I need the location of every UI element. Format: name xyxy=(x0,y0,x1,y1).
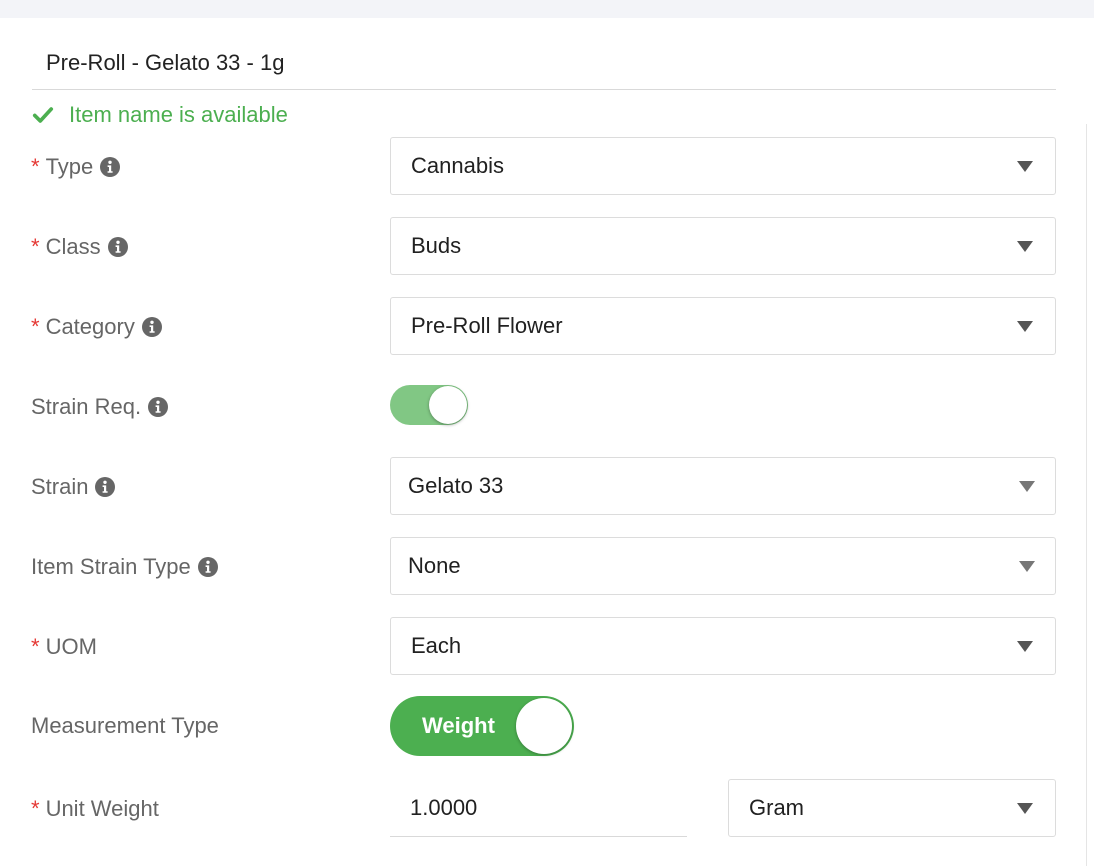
type-value: Cannabis xyxy=(411,153,504,178)
type-label: * Type xyxy=(31,137,121,197)
type-row: * Type Cannabis xyxy=(0,137,1094,197)
required-marker: * xyxy=(31,314,40,339)
strain-row: Strain Gelato 33 xyxy=(0,457,1094,517)
info-circle-icon[interactable] xyxy=(95,477,116,497)
strain-req-label-text: Strain Req. xyxy=(31,394,142,419)
strain-label: Strain xyxy=(31,457,116,517)
category-select[interactable]: Pre-Roll Flower xyxy=(390,297,1056,355)
type-label-text: Type xyxy=(45,154,94,179)
uom-select[interactable]: Each xyxy=(390,617,1056,675)
measurement-type-row: Measurement Type Weight xyxy=(0,696,1094,756)
strain-req-row: Strain Req. xyxy=(0,380,1094,430)
caret-down-icon xyxy=(1017,241,1033,252)
type-select[interactable]: Cannabis xyxy=(390,137,1056,195)
strain-req-label: Strain Req. xyxy=(31,380,169,434)
caret-down-icon xyxy=(1019,481,1035,492)
unit-weight-label: * Unit Weight xyxy=(31,779,159,839)
info-circle-icon[interactable] xyxy=(141,317,162,337)
class-label: * Class xyxy=(31,217,128,277)
measurement-type-label-text: Measurement Type xyxy=(31,713,219,738)
top-band xyxy=(0,0,1094,18)
unit-weight-unit-select[interactable]: Gram xyxy=(728,779,1056,837)
uom-label: * UOM xyxy=(31,617,97,677)
caret-down-icon xyxy=(1017,161,1033,172)
required-marker: * xyxy=(31,634,40,659)
strain-label-text: Strain xyxy=(31,474,89,499)
item-strain-type-value: None xyxy=(408,553,461,578)
info-circle-icon[interactable] xyxy=(148,397,169,417)
toggle-knob xyxy=(429,386,467,424)
item-strain-type-label: Item Strain Type xyxy=(31,537,218,597)
category-label-text: Category xyxy=(45,314,135,339)
class-select[interactable]: Buds xyxy=(390,217,1056,275)
item-name-input[interactable] xyxy=(32,36,1056,90)
caret-down-icon xyxy=(1017,803,1033,814)
class-label-text: Class xyxy=(45,234,101,259)
toggle-knob xyxy=(516,698,572,754)
uom-value: Each xyxy=(411,633,462,658)
required-marker: * xyxy=(31,796,40,821)
unit-weight-input[interactable] xyxy=(390,779,687,837)
unit-weight-unit-value: Gram xyxy=(749,795,804,820)
category-value: Pre-Roll Flower xyxy=(411,313,563,338)
unit-weight-label-text: Unit Weight xyxy=(45,796,159,821)
class-value: Buds xyxy=(411,233,462,258)
uom-row: * UOM Each xyxy=(0,617,1094,677)
measurement-type-toggle[interactable]: Weight xyxy=(390,696,574,756)
caret-down-icon xyxy=(1017,641,1033,652)
uom-label-text: UOM xyxy=(45,634,97,659)
category-label: * Category xyxy=(31,297,162,357)
category-row: * Category Pre-Roll Flower xyxy=(0,297,1094,357)
unit-weight-row: * Unit Weight Gram xyxy=(0,779,1094,839)
class-row: * Class Buds xyxy=(0,217,1094,277)
info-circle-icon[interactable] xyxy=(197,557,218,577)
caret-down-icon xyxy=(1017,321,1033,332)
required-marker: * xyxy=(31,234,40,259)
info-circle-icon[interactable] xyxy=(100,157,121,177)
availability-message: Item name is available xyxy=(32,100,288,130)
item-strain-type-row: Item Strain Type None xyxy=(0,537,1094,597)
item-strain-type-label-text: Item Strain Type xyxy=(31,554,191,579)
strain-value: Gelato 33 xyxy=(408,473,504,498)
check-icon xyxy=(32,107,54,123)
required-marker: * xyxy=(31,154,40,179)
measurement-type-label: Measurement Type xyxy=(31,696,219,756)
info-circle-icon[interactable] xyxy=(107,237,128,257)
availability-text: Item name is available xyxy=(69,102,288,127)
measurement-type-toggle-label: Weight xyxy=(422,713,495,738)
strain-select[interactable]: Gelato 33 xyxy=(390,457,1056,515)
caret-down-icon xyxy=(1019,561,1035,572)
strain-req-toggle[interactable] xyxy=(390,385,468,425)
item-strain-type-select[interactable]: None xyxy=(390,537,1056,595)
